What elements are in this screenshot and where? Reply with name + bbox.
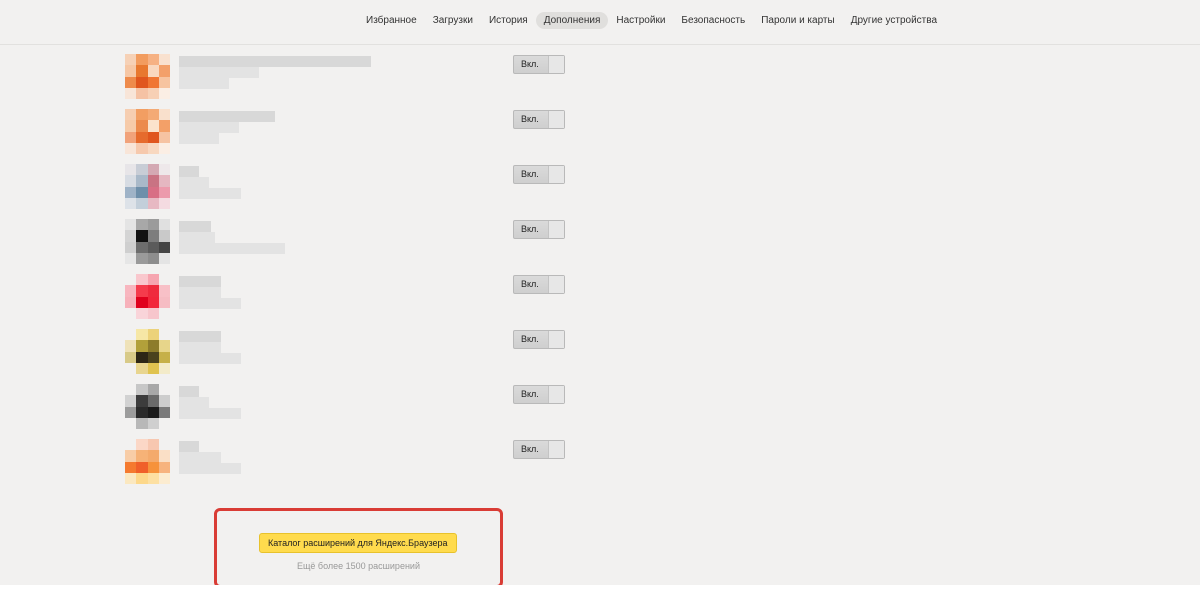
top-navigation-bar: Избранное Загрузки История Дополнения На… <box>0 0 1200 45</box>
extension-icon <box>125 54 170 99</box>
toggle-knob <box>548 166 564 183</box>
tab-favorites[interactable]: Избранное <box>358 12 425 29</box>
extension-enable-toggle[interactable]: Вкл. <box>513 385 565 404</box>
extension-enable-toggle[interactable]: Вкл. <box>513 220 565 239</box>
extension-enable-toggle[interactable]: Вкл. <box>513 110 565 129</box>
toggle-label: Вкл. <box>521 334 539 344</box>
extensions-catalog-button[interactable]: Каталог расширений для Яндекс.Браузера <box>259 533 457 553</box>
extension-icon <box>125 219 170 264</box>
toggle-label: Вкл. <box>521 224 539 234</box>
settings-tabs: Избранное Загрузки История Дополнения На… <box>358 12 945 29</box>
extension-enable-toggle[interactable]: Вкл. <box>513 275 565 294</box>
bottom-strip <box>0 585 1200 589</box>
toggle-label: Вкл. <box>521 444 539 454</box>
extension-icon <box>125 439 170 484</box>
tab-passwords-and-cards[interactable]: Пароли и карты <box>753 12 842 29</box>
toggle-label: Вкл. <box>521 169 539 179</box>
toggle-knob <box>548 386 564 403</box>
extension-icon <box>125 109 170 154</box>
extension-icon <box>125 329 170 374</box>
extension-row: Вкл. <box>125 329 575 374</box>
extension-icon <box>125 384 170 429</box>
extension-icon <box>125 164 170 209</box>
catalog-subtitle: Ещё более 1500 расширений <box>297 561 420 571</box>
toggle-knob <box>548 111 564 128</box>
extension-enable-toggle[interactable]: Вкл. <box>513 330 565 349</box>
toggle-knob <box>548 276 564 293</box>
toggle-knob <box>548 56 564 73</box>
extension-enable-toggle[interactable]: Вкл. <box>513 165 565 184</box>
toggle-label: Вкл. <box>521 114 539 124</box>
toggle-label: Вкл. <box>521 59 539 69</box>
extension-row: Вкл. <box>125 274 575 319</box>
extension-row: Вкл. <box>125 219 575 264</box>
extension-icon <box>125 274 170 319</box>
extension-row: Вкл. <box>125 384 575 429</box>
extension-row: Вкл. <box>125 54 575 99</box>
tab-settings[interactable]: Настройки <box>608 12 673 29</box>
toggle-knob <box>548 441 564 458</box>
tab-history[interactable]: История <box>481 12 536 29</box>
toggle-label: Вкл. <box>521 279 539 289</box>
extension-enable-toggle[interactable]: Вкл. <box>513 440 565 459</box>
tab-security[interactable]: Безопасность <box>673 12 753 29</box>
tab-extensions[interactable]: Дополнения <box>535 12 609 29</box>
extension-enable-toggle[interactable]: Вкл. <box>513 55 565 74</box>
toggle-knob <box>548 221 564 238</box>
tab-downloads[interactable]: Загрузки <box>425 12 481 29</box>
toggle-knob <box>548 331 564 348</box>
toggle-label: Вкл. <box>521 389 539 399</box>
catalog-highlight-box: Каталог расширений для Яндекс.Браузера Е… <box>214 508 503 588</box>
tab-other-devices[interactable]: Другие устройства <box>843 12 945 29</box>
extension-row: Вкл. <box>125 439 575 484</box>
extension-row: Вкл. <box>125 164 575 209</box>
extension-row: Вкл. <box>125 109 575 154</box>
